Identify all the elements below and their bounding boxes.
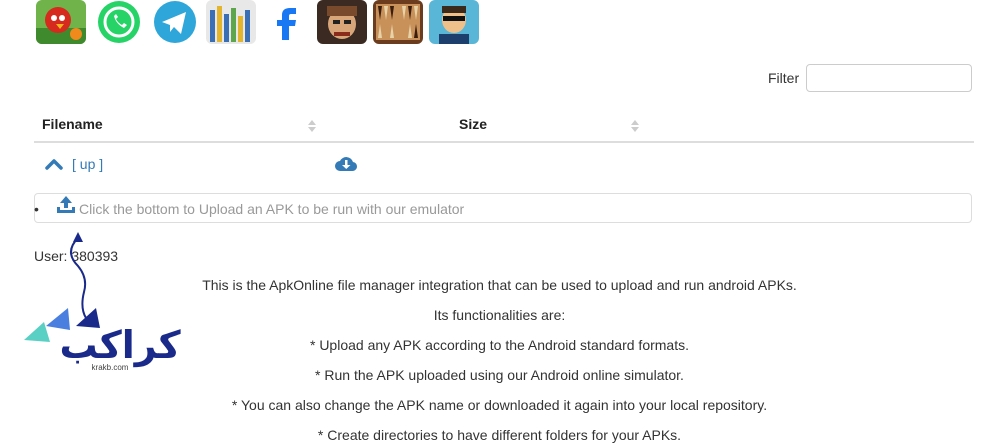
column-header-size[interactable]: Size xyxy=(459,116,487,132)
app-icons-row xyxy=(36,0,496,44)
whatsapp-icon[interactable] xyxy=(94,0,144,44)
agent-character-icon[interactable] xyxy=(429,0,479,44)
table-header-divider xyxy=(34,141,974,143)
up-directory-link[interactable]: [ up ] xyxy=(44,156,103,172)
sort-icon[interactable] xyxy=(630,119,640,133)
description-line: * You can also change the APK name or do… xyxy=(231,397,768,413)
upload-instruction[interactable]: Click the bottom to Upload an APK to be … xyxy=(79,201,464,217)
sort-icon[interactable] xyxy=(307,119,317,133)
equalizer-app-icon[interactable] xyxy=(206,0,256,44)
chevron-up-icon xyxy=(45,159,63,170)
filter-label: Filter xyxy=(768,70,800,86)
upload-icon[interactable] xyxy=(56,195,76,215)
watermark-text: کراکب xyxy=(59,323,181,367)
cloud-download-icon[interactable] xyxy=(334,154,358,174)
game-character-icon[interactable] xyxy=(317,0,367,44)
krakb-watermark-logo: کراکب krakb.com xyxy=(24,232,181,372)
telegram-icon[interactable] xyxy=(150,0,200,44)
filter-input[interactable] xyxy=(806,64,972,92)
backgammon-icon[interactable] xyxy=(373,0,423,44)
up-link-label: [ up ] xyxy=(72,156,104,172)
angry-birds-icon[interactable] xyxy=(36,0,86,44)
list-bullet: • xyxy=(34,201,39,217)
facebook-icon[interactable] xyxy=(262,0,312,44)
description-line: * Create directories to have different f… xyxy=(317,427,682,443)
watermark-domain: krakb.com xyxy=(92,363,129,372)
column-header-filename[interactable]: Filename xyxy=(42,116,103,132)
